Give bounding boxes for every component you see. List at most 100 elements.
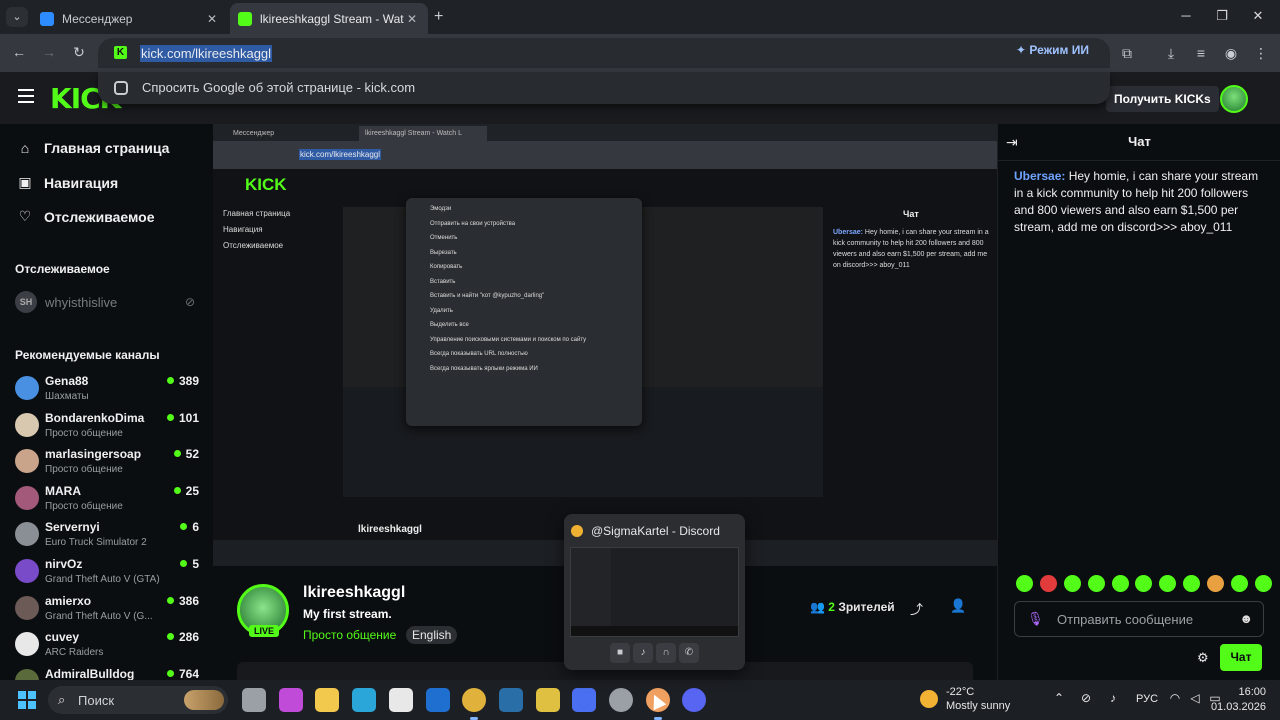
camera-icon[interactable]: ■ [610,643,630,663]
close-tab-icon[interactable]: ✕ [404,12,420,26]
wifi-icon[interactable]: ◠ [1166,691,1184,705]
address-bar[interactable]: K kick.com/lkireeshkaggl [98,38,1110,68]
hamburger-menu-icon[interactable] [18,89,34,103]
stream-category[interactable]: Просто общение [303,628,396,642]
emote-icon[interactable] [1135,575,1153,592]
chrome-icon[interactable] [462,688,487,720]
discord-preview-popup[interactable]: @SigmaKartel - Discord ■ ♪ ∩ ✆ [564,514,745,670]
menu-icon[interactable]: ⋮ [1252,45,1270,62]
emote-icon[interactable] [1207,575,1225,592]
clock-date[interactable]: 01.03.2026 [1206,701,1266,713]
new-tab-icon[interactable]: + [434,8,443,26]
video-player[interactable]: Мессенджер lkireeshkaggl Stream - Watch … [213,124,997,566]
nested-chat-user: Ubersae: [833,229,863,236]
emote-icon[interactable] [1231,575,1249,592]
emote-icon[interactable] [1111,575,1129,592]
emote-icon[interactable] [1183,575,1201,592]
app-circle-icon[interactable] [609,688,633,712]
discord-window-title: @SigmaKartel - Discord [591,524,720,538]
following-channel[interactable]: SH whyisthislive ⊘ [15,291,195,313]
chat-username[interactable]: Ubersae: [1014,169,1065,183]
discord-icon [571,525,583,537]
microphone-icon[interactable]: ♪ [633,643,653,663]
emoji-icon[interactable]: ☻ [1239,611,1253,626]
edge-icon[interactable] [352,688,377,712]
profile-icon[interactable]: ◉ [1222,45,1240,62]
streamer-name[interactable]: lkireeshkaggl [303,584,405,602]
taskbar-search[interactable]: ⌕ Поиск [48,686,228,714]
store-icon[interactable] [388,688,413,712]
back-icon[interactable]: ← [10,44,28,60]
outlook-icon[interactable] [425,688,450,712]
tab-title: Мессенджер [62,11,133,26]
chat-input[interactable]: 🎙 Отправить сообщение ☻ [1014,601,1264,637]
nav-home[interactable]: ⌂ Главная страница [16,140,170,156]
recommended-channel[interactable]: cuvey ARC Raiders 286 [15,630,199,664]
media-icon[interactable]: ≡ [1192,45,1210,61]
tab-kick-stream[interactable]: lkireeshkaggl Stream - Watch Li ✕ [230,3,428,34]
stream-language[interactable]: English [406,626,458,644]
download-icon[interactable]: ⤓ [1162,45,1180,62]
emote-icon[interactable] [1087,575,1105,592]
reload-icon[interactable]: ↻ [70,44,88,61]
emote-icon[interactable] [1039,575,1057,592]
extensions-icon[interactable]: ⧉ [1118,45,1136,62]
language-indicator[interactable]: РУС [1136,693,1158,705]
steam-icon[interactable] [498,688,523,712]
copilot-icon[interactable] [278,688,303,712]
emote-icon[interactable] [1254,575,1272,592]
weather-desc[interactable]: Mostly sunny [946,700,1010,712]
tab-messenger[interactable]: Мессенджер ✕ [32,3,228,34]
show-hidden-icons-icon[interactable]: ⌃ [1050,691,1068,705]
microphone-tray-icon[interactable]: ♪ [1104,691,1122,705]
ai-mode-button[interactable]: ✦ Режим ИИ [1016,43,1089,57]
follow-icon[interactable]: 👤 [950,598,966,614]
omnibox-suggestion[interactable]: Спросить Google об этой странице - kick.… [98,72,1110,104]
game-app-icon[interactable] [535,688,560,712]
nav-browse[interactable]: ▣ Навигация [16,174,118,191]
recommended-channel[interactable]: amierxo Grand Theft Auto V (G... 386 [15,594,199,628]
tab-search-button[interactable]: ⌄ [6,7,28,27]
task-view-icon[interactable] [242,688,266,712]
close-tab-icon[interactable]: ✕ [204,12,220,26]
nav-following[interactable]: ♡ Отслеживаемое [16,208,155,225]
share-icon[interactable]: ⤴ [910,599,923,618]
context-menu-item: Отправить на свои устройства [430,220,516,227]
mic-icon[interactable]: 🎙 [1027,611,1044,627]
context-menu-item: Вставить и найти "кот @kypuzho_darling" [430,293,545,299]
channel-category: Шахматы [45,391,89,402]
volume-icon[interactable]: ◁ [1186,691,1204,705]
recommended-channel[interactable]: BondarenkoDima Просто общение 101 [15,411,199,445]
forward-icon[interactable]: → [40,44,58,60]
recommended-channel[interactable]: Gena88 Шахматы 389 [15,374,199,408]
file-explorer-icon[interactable] [315,688,340,712]
headphones-icon[interactable]: ∩ [656,643,676,663]
channel-category: Euro Truck Simulator 2 [45,537,147,549]
discord-thumbnail[interactable] [570,547,739,637]
hangup-icon[interactable]: ✆ [679,643,699,663]
user-avatar[interactable] [1220,85,1248,113]
emote-icon[interactable] [1016,575,1033,592]
recommended-channel[interactable]: marlasingersoap Просто общение 52 [15,447,199,481]
url-text[interactable]: kick.com/lkireeshkaggl [140,45,273,62]
weather-sun-icon[interactable] [920,690,938,708]
nav-label: Отслеживаемое [44,208,155,225]
clock-time[interactable]: 16:00 [1230,686,1266,698]
get-kicks-button[interactable]: Получить KICKs [1106,86,1219,112]
restore-icon[interactable]: ❐ [1212,8,1232,24]
recommended-channel[interactable]: MARA Просто общение 25 [15,484,199,518]
recommended-channel[interactable]: AdmiralBulldog 764 [15,667,199,680]
discord-icon[interactable] [682,688,707,712]
recommended-channel[interactable]: Servernyi Euro Truck Simulator 2 6 [15,520,199,554]
window-close-icon[interactable]: ✕ [1248,8,1268,24]
network-off-icon[interactable]: ⊘ [1077,691,1095,705]
recommended-channel[interactable]: nirvOz Grand Theft Auto V (GTA) 5 [15,557,199,591]
emote-icon[interactable] [1063,575,1081,592]
emote-icon[interactable] [1159,575,1177,592]
weather-temp[interactable]: -22°C [946,686,974,698]
windows-start-icon[interactable] [18,691,36,709]
chat-send-button[interactable]: Чат [1220,644,1262,671]
gear-icon[interactable]: ⚙ [1197,650,1209,666]
minimize-icon[interactable]: ─ [1176,8,1196,23]
roblox-icon[interactable] [572,688,597,712]
